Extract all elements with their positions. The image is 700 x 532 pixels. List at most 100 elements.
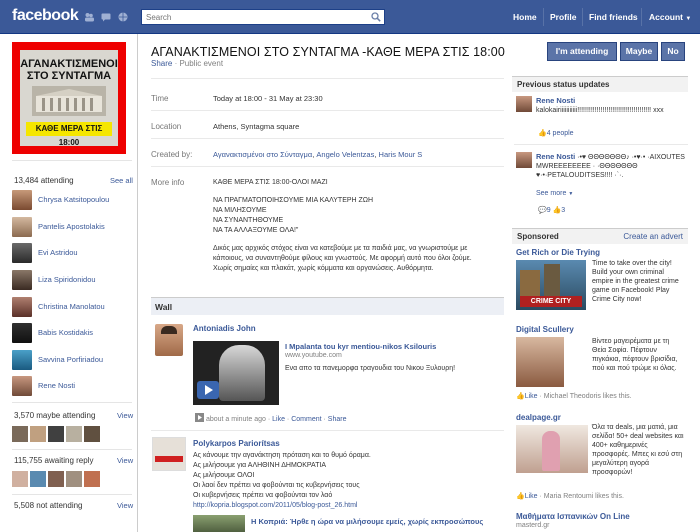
avatar[interactable] [516,152,532,168]
post-author[interactable]: Antoniadis John [193,324,256,333]
creator-link[interactable]: Angelo Velentzas [316,150,374,159]
poster-line: ΑΓΑΝΑΚΤΙΣΜΕΝΟΙ [20,58,118,70]
post-line: Οι λαοί δεν πρέπει να φοβούνται τις κυβε… [193,482,360,489]
time-value: Today at 18:00 - 31 May at 23:30 [213,94,323,103]
creator-link[interactable]: Haris Mour S [379,150,423,159]
ad-image[interactable] [516,425,588,473]
avatar[interactable] [12,426,28,442]
avatar[interactable] [516,96,532,112]
attendee-item[interactable]: Pantelis Apostolakis [12,217,132,239]
ad-title[interactable]: dealpage.gr [516,413,561,422]
like-link[interactable]: Like [272,416,285,423]
attendee-name: Chrysa Katsitopoulou [38,195,110,204]
attendee-item[interactable]: Evi Astridou [12,243,132,265]
share-row: Share · Public event [151,59,224,68]
post-meta: about a minute ago · Like · Comment · Sh… [195,413,346,423]
video-thumbnail[interactable] [193,341,279,405]
avatar[interactable] [152,437,186,471]
status-counts: 💬9 👍3 [538,206,565,214]
video-link-url[interactable]: www.youtube.com [285,352,342,359]
attendee-item[interactable]: Rene Nosti [12,376,132,398]
avatar[interactable] [30,471,46,487]
ad-title[interactable]: Digital Scullery [516,325,574,334]
ad-title[interactable]: Get Rich or Die Trying [516,248,600,257]
create-advert-link[interactable]: Create an advert [623,232,683,241]
post-author[interactable]: Polykarpos Pariorítsas [193,439,280,448]
share-link[interactable]: Share [151,59,172,68]
poster-line: ΣΤΟ ΣΥΝΤΑΓΜΑ [26,70,112,82]
location-label: Location [151,122,182,131]
attendee-name: Liza Spiridonidou [38,275,96,284]
status-author[interactable]: Rene Nosti [536,152,575,161]
more-info-text: ΚΑΘΕ ΜΕΡΑ ΣΤΙΣ 18:00-ΟΛΟΙ ΜΑΖΙ ΝΑ ΠΡΑΓΜΑ… [213,178,503,274]
nav-separator [543,8,544,26]
ad-image[interactable] [516,337,564,387]
avatar[interactable] [48,426,64,442]
comments-count[interactable]: 9 [547,207,551,214]
attendee-item[interactable]: Christina Manolatou [12,297,132,319]
avatar[interactable] [84,471,100,487]
ad-liker: Maria Rentoumi likes this. [543,493,624,500]
post-body: Ας κάνουμε την αγανάκτηση πρόταση και το… [193,451,371,511]
search-icon[interactable] [371,12,381,22]
thumbs-up-icon: 👍 [516,393,525,400]
avatar[interactable] [48,471,64,487]
attending-button[interactable]: I'm attending [547,42,617,61]
location-link[interactable]: Athens, Syntagma square [213,122,299,131]
messages-icon[interactable] [101,12,111,22]
avatar[interactable] [30,426,46,442]
attendee-item[interactable]: Savvina Porfiriadou [12,350,132,372]
link-title[interactable]: Η Κοπριά: Ήρθε η ώρα να μιλήσουμε εμείς,… [251,517,483,526]
comment-icon: 💬 [538,207,547,214]
nav-profile[interactable]: Profile [550,12,576,22]
post-link[interactable]: http://kopria.blogspot.com/2011/05/blog-… [193,501,371,511]
no-button[interactable]: No [661,42,685,61]
info-line: κάποιους, να συναντηθούμε φίλους και γνω… [213,255,472,262]
avatar[interactable] [66,471,82,487]
likes-link[interactable]: 4 people [547,130,574,137]
see-all-link[interactable]: See all [110,176,133,185]
status-author[interactable]: Rene Nosti [536,96,575,105]
comment-link[interactable]: Comment [291,416,321,423]
nav-account[interactable]: Account ▼ [649,12,691,22]
attendee-item[interactable]: Liza Spiridonidou [12,270,132,292]
avatar[interactable] [84,426,100,442]
info-line: ΝΑ ΤΑ ΑΛΛΑΞΟΥΜΕ ΟΛΑ!" [213,227,299,234]
event-poster[interactable]: ΑΓΑΝΑΚΤΙΣΜΕΝΟΙ ΣΤΟ ΣΥΝΤΑΓΜΑ ΚΑΘΕ ΜΕΡΑ ΣΤ… [12,42,126,154]
info-line: ΝΑ ΠΡΑΓΜΑΤΟΠΟΙΗΣΟΥΜΕ ΜΙΑ ΚΑΛΥΤΕΡΗ ΖΩΗ [213,197,374,204]
ad-title[interactable]: Μαθήματα Ισπανικών On Line [516,512,630,521]
post-time[interactable]: about a minute ago [206,416,266,423]
see-more-link[interactable]: See more ▼ [536,190,573,197]
nav-find-friends[interactable]: Find friends [589,12,638,22]
friend-requests-icon[interactable] [84,12,94,22]
ad-like-link[interactable]: Like [525,393,538,400]
view-maybe-link[interactable]: View [117,411,133,420]
avatar[interactable] [155,324,183,356]
search-box[interactable] [141,9,385,25]
divider [151,430,504,431]
video-link-title[interactable]: I Mpalanta tou kyr mentiou-nikos Ksilour… [285,342,436,351]
creator-link[interactable]: Αγανακτισμένοι στο Σύνταγμα [213,150,312,159]
maybe-button[interactable]: Maybe [620,42,658,61]
link-thumbnail[interactable] [193,515,245,532]
share-link[interactable]: Share [328,416,347,423]
attendee-item[interactable]: Babis Kostidakis [12,323,132,345]
view-awaiting-link[interactable]: View [117,456,133,465]
divider [151,138,504,139]
ad-like-link[interactable]: Like [525,493,538,500]
play-icon[interactable] [197,381,219,399]
notifications-icon[interactable] [118,12,128,22]
avatar[interactable] [66,426,82,442]
attending-count: 13,484 attending [14,176,74,185]
attendee-item[interactable]: Chrysa Katsitopoulou [12,190,132,212]
thumbs-up-icon: 👍 [516,493,525,500]
facebook-logo[interactable]: facebook [12,7,79,25]
search-input[interactable] [142,10,362,24]
ad-domain[interactable]: masterd.gr [516,522,549,529]
divider [12,402,132,403]
view-not-attending-link[interactable]: View [117,501,133,510]
ad-image[interactable]: CRIME CITY [516,260,586,310]
likes-count[interactable]: 3 [561,207,565,214]
avatar[interactable] [12,471,28,487]
nav-home[interactable]: Home [513,12,537,22]
